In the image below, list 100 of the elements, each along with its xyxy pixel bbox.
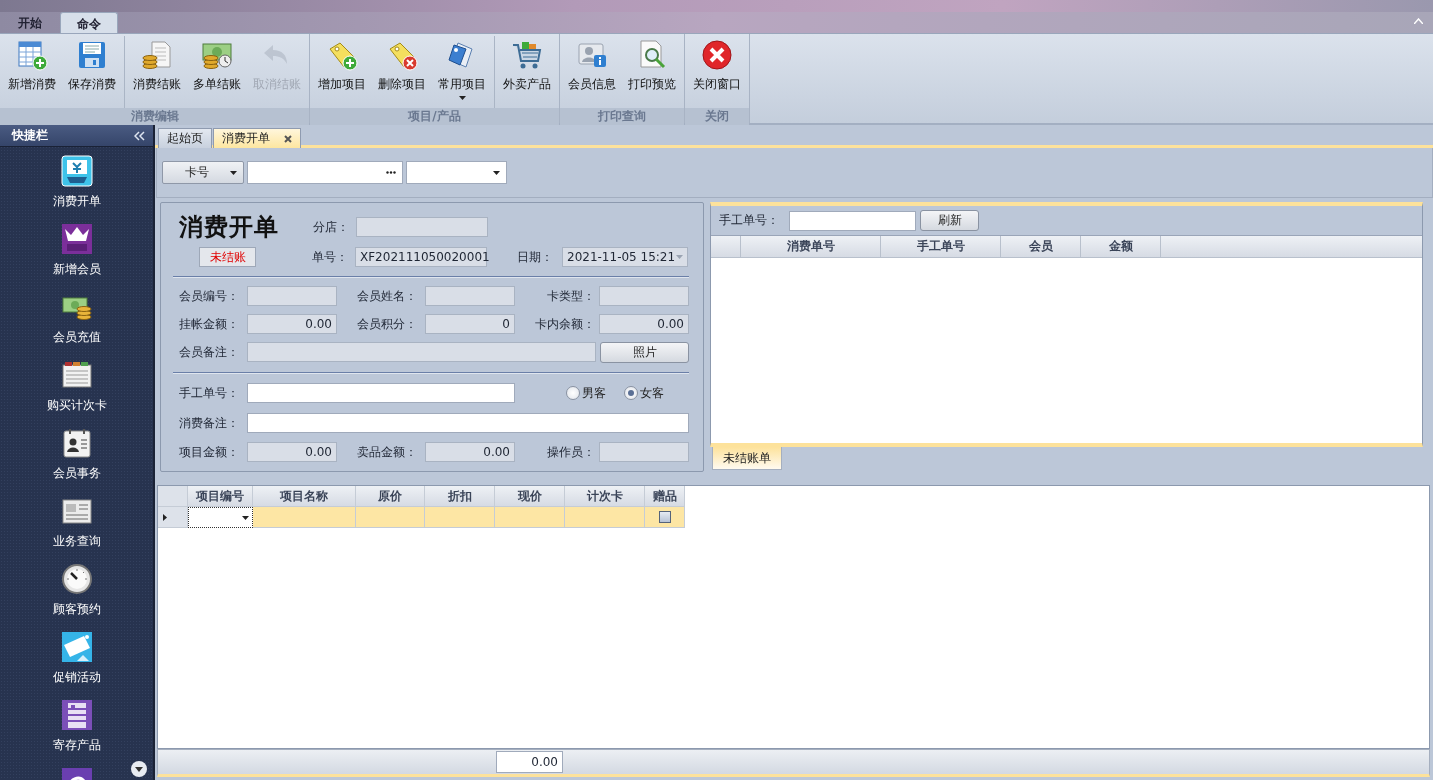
radio-button[interactable]: 男客 [566,384,606,402]
input-field[interactable]: XF202111050020001 [355,247,487,267]
document-tab[interactable]: 起始页 [158,128,212,148]
ribbon-button[interactable]: 常用项目 [433,36,491,108]
column-header[interactable]: 项目名称 [253,486,356,507]
table-cell [425,507,495,528]
sidebar-item[interactable]: 购买计次卡 [16,359,137,427]
input-field[interactable] [247,286,337,306]
column-header[interactable]: 金额 [1081,236,1161,257]
ribbon-button[interactable]: 保存消费 [63,36,121,108]
shelves-icon [60,699,93,731]
sidebar-item[interactable]: 新增会员 [16,223,137,291]
input-field[interactable] [425,286,515,306]
ribbon-button[interactable]: 增加项目 [313,36,371,108]
column-header[interactable]: 赠品 [645,486,685,507]
checkbox[interactable] [658,511,671,523]
input-field[interactable]: 0.00 [425,442,515,462]
input-field[interactable]: 0.00 [247,442,337,462]
ribbon-tab[interactable]: 命令 [60,12,118,33]
input-field[interactable]: 0.00 [247,314,337,334]
group-label: 项目/产品 [310,108,559,125]
sidebar-item[interactable]: 业务查询 [16,495,137,563]
search-mode-dropdown[interactable]: 卡号 [162,161,244,184]
caret-icon [135,766,143,772]
input-field[interactable] [599,442,689,462]
column-header[interactable]: 消费单号 [741,236,881,257]
input-field[interactable] [247,413,689,433]
caret-icon [1414,18,1423,24]
ribbon-tab[interactable]: 开始 [8,12,52,33]
ribbon-button[interactable]: 打印预览 [623,36,681,108]
input-field[interactable]: 2021-11-05 15:21 [562,247,688,267]
scroll-down-button[interactable] [131,761,147,777]
sidebar-item[interactable]: 寄存产品 [16,699,137,767]
input-field[interactable]: 0.00 [599,314,689,334]
field-label: 会员积分： [357,315,418,333]
form-title: 消费开单 [179,211,280,243]
ribbon-button[interactable]: 多单结账 [188,36,246,108]
input-field[interactable] [599,286,689,306]
column-header[interactable]: 折扣 [425,486,495,507]
field-label: 手工单号： [719,212,779,229]
radio-button[interactable]: 女客 [624,384,664,402]
caret-icon [242,515,249,520]
shopping-cart-icon [511,39,543,71]
input-field[interactable] [356,217,488,237]
field-label: 挂帐金额： [179,315,240,333]
document-tab[interactable]: 消费开单 [213,128,301,148]
ribbon-button[interactable]: 外卖产品 [498,36,556,108]
combo-box[interactable] [406,161,507,184]
field-label: 卖品金额： [357,443,418,461]
sale-tag-icon [60,631,93,663]
search-field[interactable] [247,161,403,184]
input-field[interactable] [789,210,916,231]
crown-icon [60,223,93,255]
field-label: 卡类型： [546,287,596,305]
field-label: 日期： [517,248,554,266]
field-label: 手工单号： [179,384,240,402]
close-icon [284,134,292,143]
close-icon [701,39,733,71]
column-header[interactable]: 手工单号 [881,236,1001,257]
total-field: 0.00 [496,751,563,773]
receipt-card-icon [60,155,93,187]
sidebar-item[interactable]: 顾客预约 [16,563,137,631]
coins-document-icon [141,39,173,71]
sidebar-item[interactable]: 消费开单 [16,155,137,223]
caret-icon [458,96,466,100]
table-cell [356,507,425,528]
group-label: 打印查询 [560,108,684,125]
field-label: 项目金额： [179,443,240,461]
ribbon-button[interactable]: 新增消费 [3,36,61,108]
sidebar-item[interactable]: 会员充值 [16,291,137,359]
field-label: 单号： [312,248,349,266]
column-header[interactable]: 项目编号 [188,486,253,507]
input-field[interactable]: 0 [425,314,515,334]
panel-tab[interactable]: 未结账单 [712,447,782,470]
ellipsis-icon [386,171,396,174]
ribbon-button[interactable]: 删除项目 [373,36,431,108]
field-label: 会员姓名： [357,287,418,305]
sidebar-title: 快捷栏 [12,127,48,144]
field-label: 会员备注： [179,343,240,361]
column-header[interactable]: 会员 [1001,236,1081,257]
field-label: 会员编号： [179,287,240,305]
sidebar-item[interactable]: 促销活动 [16,631,137,699]
group-label: 关闭 [685,108,749,125]
collapse-button[interactable] [134,130,145,141]
ribbon-button[interactable]: 关闭窗口 [688,36,746,108]
input-field[interactable] [247,383,515,403]
column-header[interactable]: 计次卡 [565,486,645,507]
input-field[interactable] [247,342,596,362]
dropdown-cell[interactable] [188,507,253,528]
refresh-button[interactable]: 刷新 [920,210,979,231]
ribbon-button[interactable]: 会员信息 [563,36,621,108]
ribbon-button[interactable]: 消费结账 [128,36,186,108]
table-cell [495,507,565,528]
column-header[interactable]: 原价 [356,486,425,507]
row-header[interactable] [158,507,188,528]
column-header[interactable]: 现价 [495,486,565,507]
double-chevron-icon [134,130,145,141]
photo-button[interactable]: 照片 [600,341,689,363]
group-label: 消费编辑 [0,108,309,125]
sidebar-item[interactable]: 会员事务 [16,427,137,495]
